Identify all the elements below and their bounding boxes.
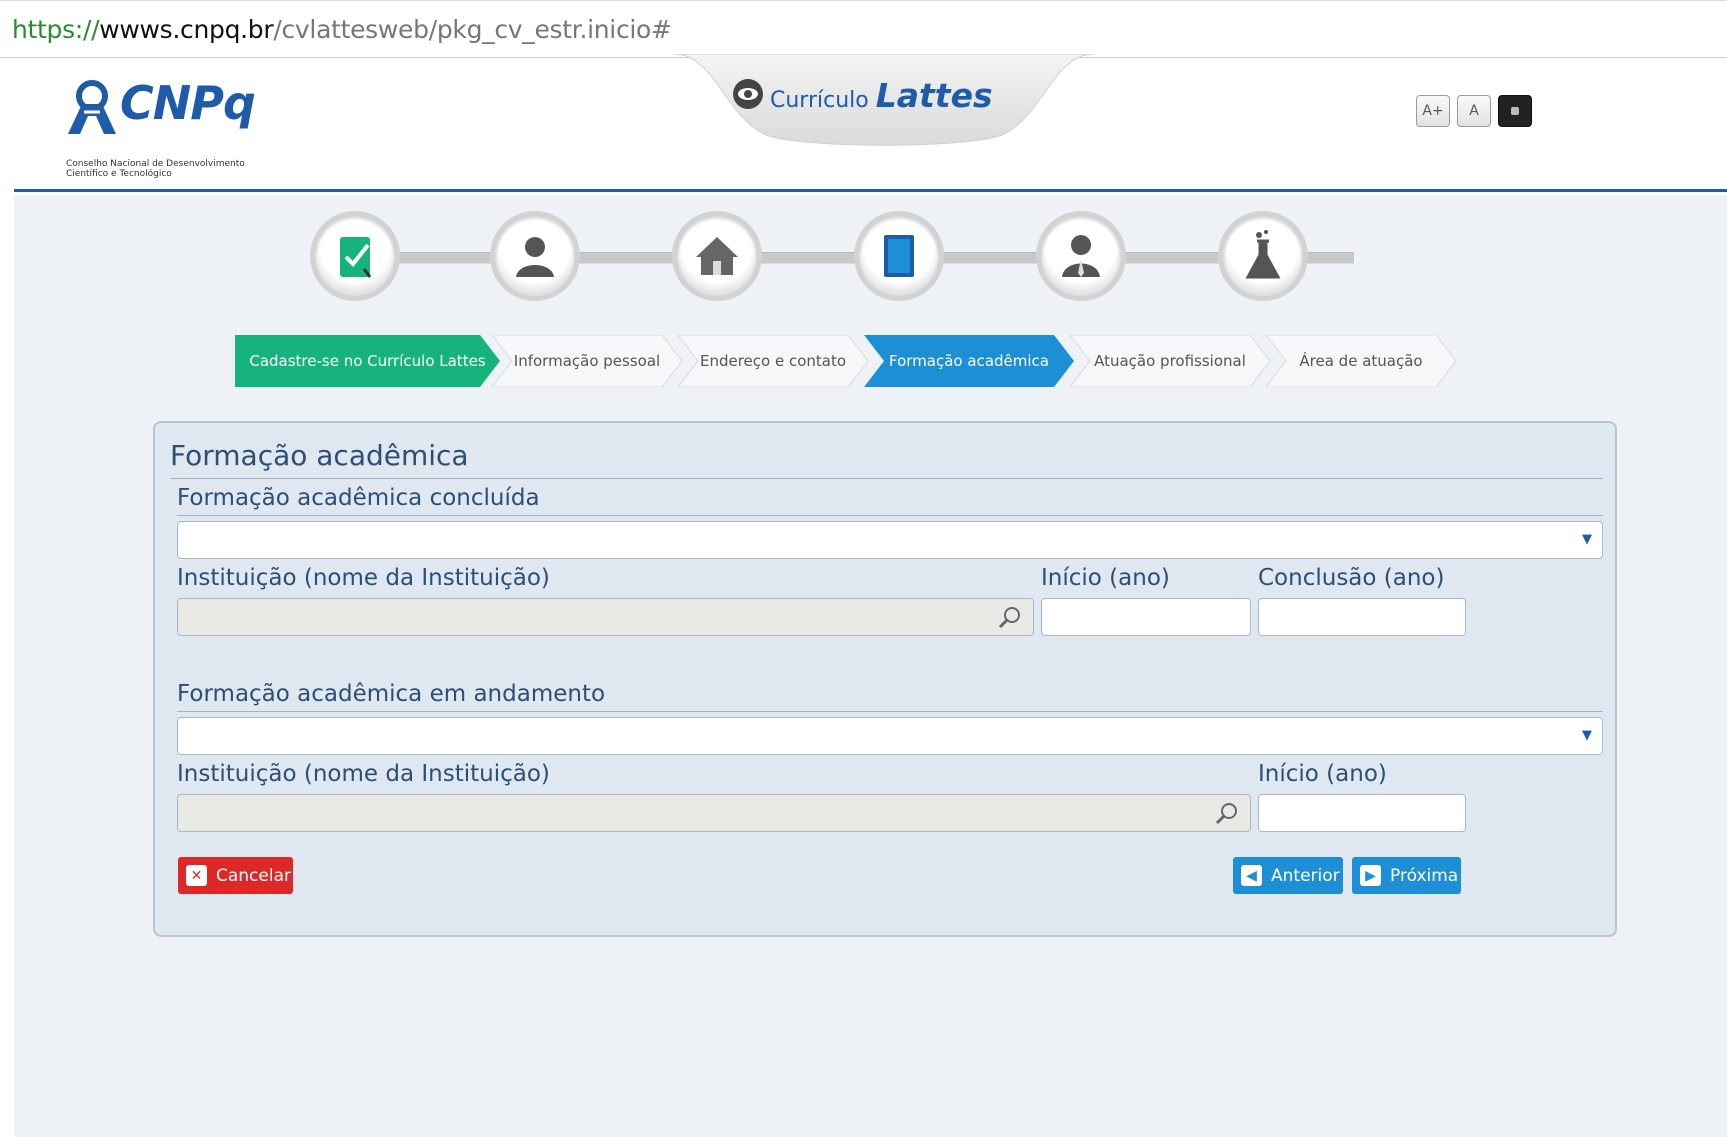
step-professional-circle[interactable] <box>1036 211 1126 301</box>
step-book-circle[interactable] <box>854 211 944 301</box>
increase-font-button[interactable]: A+ <box>1416 95 1450 127</box>
breadcrumb-label: Área de atuação <box>1299 352 1423 370</box>
breadcrumb-step-informacao-pessoal[interactable]: Informação pessoal <box>492 335 682 387</box>
concluded-divider <box>177 515 1603 516</box>
logo-subtitle: Conselho Nacional de Desenvolvimento Cie… <box>66 159 286 179</box>
url-host: wwws.cnpq.br <box>99 15 274 44</box>
chevron-down-icon: ▼ <box>1582 728 1592 743</box>
search-icon[interactable] <box>1214 801 1240 827</box>
ongoing-section-title: Formação acadêmica em andamento <box>177 681 606 707</box>
url-scheme: https:// <box>12 15 100 44</box>
house-icon <box>696 237 738 275</box>
concluded-institution-field[interactable] <box>177 598 1034 636</box>
cnpq-logo[interactable]: CNPq Conselho Nacional de Desenvolviment… <box>62 74 262 179</box>
ongoing-start-year-input[interactable] <box>1258 794 1466 832</box>
search-icon[interactable] <box>997 605 1023 631</box>
step-checklist-circle[interactable] <box>310 211 400 301</box>
concluded-end-year-input[interactable] <box>1258 598 1466 636</box>
concluded-institution-label: Instituição (nome da Instituição) <box>177 565 550 591</box>
concluded-section-title: Formação acadêmica concluída <box>177 485 540 511</box>
app-title-prefix: Currículo <box>770 88 869 113</box>
step-flask-circle[interactable] <box>1218 211 1308 301</box>
breadcrumb-step-cadastre[interactable]: Cadastre-se no Currículo Lattes <box>235 335 500 387</box>
breadcrumb-step-endereco[interactable]: Endereço e contato <box>678 335 868 387</box>
high-contrast-button[interactable] <box>1498 95 1532 127</box>
ongoing-institution-field[interactable] <box>177 794 1251 832</box>
url-path: /cvlattesweb/pkg_cv_estr.inicio# <box>273 15 672 44</box>
breadcrumb-label: Atuação profissional <box>1094 352 1246 370</box>
wizard-steps <box>14 195 1727 315</box>
heading-divider <box>171 478 1603 479</box>
breadcrumb-step-area[interactable]: Área de atuação <box>1266 335 1456 387</box>
next-button[interactable]: ▶ Próxima <box>1352 857 1461 894</box>
concluded-start-label: Início (ano) <box>1041 565 1170 591</box>
breadcrumb-label: Formação acadêmica <box>889 352 1049 370</box>
arrow-left-icon: ◀ <box>1241 865 1262 886</box>
default-font-button[interactable]: A <box>1457 95 1491 127</box>
concluded-degree-select[interactable]: ▼ <box>177 521 1603 559</box>
breadcrumb-step-formacao[interactable]: Formação acadêmica <box>864 335 1074 387</box>
breadcrumb-step-atuacao[interactable]: Atuação profissional <box>1070 335 1270 387</box>
app-title-main: Lattes <box>875 76 993 115</box>
academic-form-panel: Formação acadêmica Formação acadêmica co… <box>153 421 1617 937</box>
logo-text: CNPq <box>120 76 256 130</box>
ongoing-start-label: Início (ano) <box>1258 761 1387 787</box>
ongoing-divider <box>177 711 1603 712</box>
url-text[interactable]: https://wwws.cnpq.br/cvlattesweb/pkg_cv_… <box>12 15 672 44</box>
concluded-end-label: Conclusão (ano) <box>1258 565 1445 591</box>
ongoing-institution-label: Instituição (nome da Instituição) <box>177 761 550 787</box>
person-icon <box>516 237 554 277</box>
flask-icon <box>1245 230 1281 279</box>
cancel-button-label: Cancelar <box>216 865 291 886</box>
logo-subtitle-line2: Científico e Tecnológico <box>66 169 172 179</box>
main-content: Cadastre-se no Currículo Lattes Informaç… <box>14 195 1727 1137</box>
cancel-button[interactable]: ✕ Cancelar <box>178 857 293 894</box>
app-title: Currículo Lattes <box>770 76 993 115</box>
book-icon <box>884 235 914 277</box>
breadcrumb-label: Informação pessoal <box>513 352 661 370</box>
previous-button-label: Anterior <box>1271 865 1340 886</box>
breadcrumb-label: Endereço e contato <box>699 352 847 370</box>
logo-subtitle-line1: Conselho Nacional de Desenvolvimento <box>66 159 245 169</box>
previous-button[interactable]: ◀ Anterior <box>1233 857 1343 894</box>
arrow-right-icon: ▶ <box>1360 865 1381 886</box>
professional-icon <box>1062 235 1100 277</box>
wizard-breadcrumb: Cadastre-se no Currículo Lattes Informaç… <box>235 335 1558 387</box>
step-person-circle[interactable] <box>490 211 580 301</box>
chevron-down-icon: ▼ <box>1582 532 1592 547</box>
lattes-logo-icon <box>733 79 763 109</box>
close-icon: ✕ <box>186 865 207 886</box>
cnpq-emblem-icon <box>68 80 116 134</box>
panel-heading: Formação acadêmica <box>170 439 469 472</box>
checklist-icon <box>340 237 372 278</box>
browser-url-bar[interactable]: https://wwws.cnpq.br/cvlattesweb/pkg_cv_… <box>0 0 1727 58</box>
concluded-start-year-input[interactable] <box>1041 598 1251 636</box>
breadcrumb-label: Cadastre-se no Currículo Lattes <box>249 352 486 370</box>
site-header: CNPq Conselho Nacional de Desenvolviment… <box>14 54 1727 192</box>
lattes-banner: Currículo Lattes <box>674 54 1094 154</box>
step-house-circle[interactable] <box>672 211 762 301</box>
ongoing-degree-select[interactable]: ▼ <box>177 717 1603 755</box>
next-button-label: Próxima <box>1390 865 1459 886</box>
